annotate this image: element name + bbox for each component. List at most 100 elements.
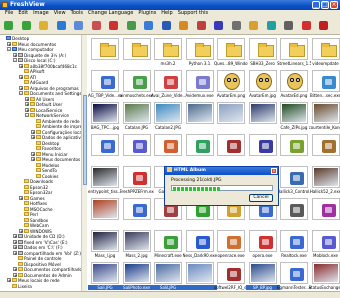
expand-toggle-icon[interactable]: + xyxy=(19,85,23,90)
thumbnail-item[interactable]: SaliLJPG xyxy=(151,260,185,291)
expand-toggle-icon[interactable]: + xyxy=(13,272,17,277)
expand-toggle-icon[interactable]: + xyxy=(19,74,23,79)
tree-node[interactable]: + Menu Iniciar xyxy=(31,151,68,157)
up-folder-button[interactable] xyxy=(38,20,49,31)
wallpaper-button[interactable] xyxy=(266,20,277,31)
thumbnail-item[interactable]: Minecraft.exe xyxy=(151,228,185,259)
tree-node[interactable]: Ambiente de rede xyxy=(31,118,80,124)
tree-node[interactable]: Painel de controle xyxy=(13,256,61,261)
tree-node[interactable]: + Meus documentos xyxy=(7,41,56,47)
tree-node[interactable]: Epson32ar xyxy=(19,190,52,195)
thumbnail-item[interactable]: Catalan.JPG xyxy=(120,100,154,131)
thumbnail-grid[interactable]: ms3h.2 Python 3.1Ques...89_WindowsSBH33_Z… xyxy=(87,35,340,291)
thumbnail-item[interactable]: ms3h.2 xyxy=(151,36,185,67)
thumbnail-item[interactable]: AvatarEd.png xyxy=(277,68,311,99)
thumbnail-item[interactable] xyxy=(183,132,217,163)
thumbnail-item[interactable]: SBH33_Zero xyxy=(246,36,280,67)
tree-node[interactable]: Lixeira xyxy=(7,283,32,289)
expand-toggle-icon[interactable]: + xyxy=(19,195,23,200)
thumbnail-item[interactable]: BAG_TPC...jpg xyxy=(88,100,122,131)
thumbnail-item[interactable] xyxy=(214,100,248,131)
tree-node[interactable]: + Disquete de 3½ (A:) xyxy=(13,52,66,58)
thumbnail-item[interactable] xyxy=(309,132,340,163)
tree-node[interactable]: + Unidade de CD (D:) xyxy=(13,234,65,239)
thumbnail-item[interactable] xyxy=(88,36,122,67)
help-button[interactable] xyxy=(301,20,312,31)
tree-node[interactable]: + Arquivos de programas xyxy=(19,85,79,91)
tree-node[interactable]: Ambiente de impressão xyxy=(31,124,81,129)
thumbnail-item[interactable]: Mass_2.jpg xyxy=(120,228,154,259)
thumbnail-item[interactable]: SP_BP.jpg xyxy=(245,260,280,291)
thumbnail-item[interactable]: StreetLinears_1.56 xyxy=(277,36,311,67)
tree-node[interactable]: Favoritos xyxy=(31,146,61,151)
tree-node[interactable]: + Documentos compartilhados xyxy=(13,267,81,272)
thumbnail-item[interactable]: Hallick52_2.exe xyxy=(309,164,340,195)
forward-button[interactable] xyxy=(21,20,32,31)
expand-toggle-icon[interactable]: + xyxy=(13,52,17,57)
expand-toggle-icon[interactable]: + xyxy=(13,267,17,272)
thumbnail-item[interactable] xyxy=(277,132,311,163)
menu-item-image[interactable]: Image xyxy=(33,10,49,17)
tree-node[interactable]: + compartilhado em 'Vol' (Z:) xyxy=(13,250,81,256)
tree-node[interactable]: Hotfixes xyxy=(19,201,47,206)
tree-node[interactable]: + Default User xyxy=(25,102,62,107)
thumbnail-item[interactable] xyxy=(309,196,340,227)
back-button[interactable] xyxy=(3,20,14,31)
thumbnail-item[interactable] xyxy=(120,196,154,227)
tree-node[interactable]: WebCam xyxy=(19,223,49,228)
thumbnail-item[interactable]: videompdate xyxy=(309,36,340,67)
minimize-button[interactable]: _ xyxy=(312,1,320,9)
rename-button[interactable] xyxy=(126,20,137,31)
tree-node[interactable]: + LocalService xyxy=(25,107,62,113)
email-button[interactable] xyxy=(248,20,259,31)
batch-convert-button[interactable] xyxy=(196,20,207,31)
tree-node[interactable]: + All Users xyxy=(25,96,54,102)
tree-node[interactable]: Sandbox xyxy=(19,217,48,223)
tree-node[interactable]: + Meus documentos xyxy=(31,157,80,162)
close-button[interactable]: × xyxy=(330,1,338,9)
expand-toggle-icon[interactable]: - xyxy=(7,47,11,52)
expand-toggle-icon[interactable]: + xyxy=(13,245,17,250)
expand-toggle-icon[interactable]: + xyxy=(31,135,35,140)
tree-node[interactable]: Modelos xyxy=(31,162,59,168)
thumbnail-item[interactable] xyxy=(151,132,185,163)
expand-toggle-icon[interactable]: + xyxy=(31,129,35,134)
tree-node[interactable]: Epson32 xyxy=(19,184,48,190)
thumbnail-item[interactable]: Sali.JPG xyxy=(88,260,122,291)
expand-toggle-icon[interactable]: + xyxy=(13,234,17,239)
tree-node[interactable]: Desktop xyxy=(1,36,29,41)
expand-toggle-icon[interactable]: + xyxy=(13,239,17,244)
expand-toggle-icon[interactable]: + xyxy=(25,96,29,101)
thumbnail-item[interactable]: Hallick3_Control.exe xyxy=(277,164,311,195)
thumbnail-item[interactable]: Ques...89_Windows xyxy=(214,36,248,67)
thumbnail-item[interactable] xyxy=(183,100,217,131)
expand-toggle-icon[interactable]: + xyxy=(13,250,17,255)
thumbnail-item[interactable]: Cafe_ZIPs.jpg xyxy=(277,100,311,131)
menu-item-file[interactable]: File xyxy=(5,10,13,17)
expand-toggle-icon[interactable]: + xyxy=(25,102,29,107)
menu-item-plugins[interactable]: Plugins xyxy=(138,10,156,17)
print-button[interactable] xyxy=(231,20,242,31)
thumbnail-item[interactable]: Avai_Zune_Vide...exe xyxy=(151,68,185,99)
thumbnail-item[interactable]: EgmannTester...exe xyxy=(277,260,311,291)
tree-node[interactable]: + Games xyxy=(19,195,45,201)
refresh-button[interactable] xyxy=(56,20,67,31)
maximize-button[interactable]: □ xyxy=(321,1,329,9)
settings-button[interactable] xyxy=(283,20,294,31)
tree-node[interactable]: Cookies xyxy=(31,173,58,179)
slideshow-button[interactable] xyxy=(143,20,154,31)
tree-node[interactable]: + Configurações locais xyxy=(31,129,81,135)
tree-node[interactable]: MSOCache xyxy=(19,206,53,212)
tree-node[interactable]: Perl xyxy=(19,212,38,217)
expand-toggle-icon[interactable]: + xyxy=(7,41,11,46)
expand-toggle-icon[interactable]: + xyxy=(25,107,29,112)
menu-item-view[interactable]: View xyxy=(54,10,66,17)
copy-button[interactable] xyxy=(73,20,84,31)
html-album-button[interactable] xyxy=(213,20,224,31)
tree-node[interactable]: + fixed em 'V:\Cas' (E:) xyxy=(13,239,68,245)
expand-toggle-icon[interactable]: + xyxy=(7,278,11,283)
thumbnail-item[interactable] xyxy=(88,196,122,227)
menu-item-help[interactable]: Help xyxy=(161,10,172,17)
expand-toggle-icon[interactable]: + xyxy=(19,63,23,68)
thumbnail-item[interactable] xyxy=(246,132,280,163)
